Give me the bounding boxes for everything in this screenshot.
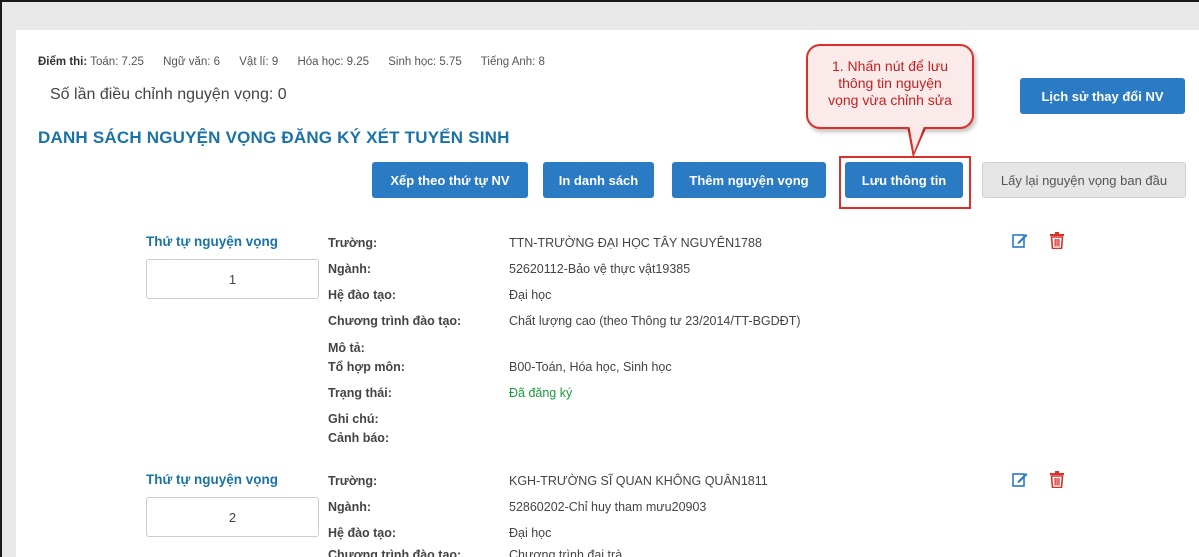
- exam-scores: Điểm thi: Toán: 7.25 Ngữ văn: 6 Vật lí: …: [38, 56, 561, 68]
- training-type-label: Hệ đào tạo:: [328, 526, 397, 540]
- order-label: Thứ tự nguyện vọng: [146, 234, 279, 249]
- school-value: TTN-TRƯỜNG ĐẠI HỌC TÂY NGUYÊN1788: [509, 236, 762, 250]
- training-type-label: Hệ đào tạo:: [328, 288, 397, 302]
- order-label: Thứ tự nguyện vọng: [146, 472, 279, 487]
- school-label: Trường:: [328, 474, 378, 488]
- adjust-count: Số lần điều chỉnh nguyện vọng: 0: [50, 86, 287, 103]
- school-value: KGH-TRƯỜNG SĨ QUAN KHÔNG QUÂN1811: [509, 474, 768, 488]
- callout-line-2: thông tin nguyện: [838, 75, 942, 91]
- edit-icon[interactable]: [1012, 232, 1028, 248]
- major-label: Ngành:: [328, 262, 372, 276]
- subject-combo-value: B00-Toán, Hóa học, Sinh học: [509, 360, 672, 374]
- delete-icon[interactable]: [1049, 232, 1065, 249]
- instruction-callout: 1. Nhấn nút để lưu thông tin nguyện vọng…: [806, 44, 974, 129]
- description-label: Mô tả:: [328, 341, 365, 355]
- delete-icon[interactable]: [1049, 471, 1065, 488]
- history-button[interactable]: Lịch sử thay đổi NV: [1020, 78, 1185, 114]
- page-title: DANH SÁCH NGUYỆN VỌNG ĐĂNG KÝ XÉT TUYỂN …: [38, 128, 510, 147]
- order-input[interactable]: 1: [146, 259, 319, 299]
- callout-line-3: vọng vừa chỉnh sửa: [828, 92, 952, 108]
- add-wish-button[interactable]: Thêm nguyện vọng: [672, 162, 826, 198]
- score-literature: Ngữ văn: 6: [163, 56, 221, 68]
- training-type-value: Đại học: [509, 288, 552, 302]
- order-input[interactable]: 2: [146, 497, 319, 537]
- restore-button[interactable]: Lấy lại nguyện vọng ban đầu: [982, 162, 1186, 198]
- status-value: Đã đăng ký: [509, 386, 573, 400]
- save-highlight-box: [839, 156, 971, 209]
- score-physics: Vật lí: 9: [239, 56, 279, 68]
- score-english: Tiếng Anh: 8: [480, 56, 545, 68]
- subject-combo-label: Tổ hợp môn:: [328, 360, 405, 374]
- warning-label: Cảnh báo:: [328, 431, 390, 445]
- scores-label: Điểm thi:: [38, 56, 88, 68]
- major-value: 52860202-Chỉ huy tham mưu20903: [509, 500, 707, 514]
- status-label: Trạng thái:: [328, 386, 392, 400]
- major-value: 52620112-Bảo vệ thực vật19385: [509, 262, 691, 276]
- score-math: Toán: 7.25: [90, 56, 144, 68]
- callout-pointer-fill: [909, 124, 925, 152]
- program-value: Chương trình đại trà: [509, 548, 623, 557]
- score-biology: Sinh học: 5.75: [388, 56, 462, 68]
- major-label: Ngành:: [328, 500, 372, 514]
- school-label: Trường:: [328, 236, 378, 250]
- callout-line-1: 1. Nhấn nút để lưu: [831, 58, 948, 74]
- print-button[interactable]: In danh sách: [543, 162, 654, 198]
- training-type-value: Đại học: [509, 526, 552, 540]
- score-chemistry: Hóa học: 9.25: [297, 56, 370, 68]
- sort-button[interactable]: Xếp theo thứ tự NV: [372, 162, 528, 198]
- program-label: Chương trình đào tạo:: [328, 314, 462, 328]
- program-value: Chất lượng cao (theo Thông tư 23/2014/TT…: [509, 314, 801, 328]
- program-label: Chương trình đào tạo:: [328, 548, 462, 557]
- edit-icon[interactable]: [1012, 471, 1028, 487]
- note-label: Ghi chú:: [328, 412, 379, 426]
